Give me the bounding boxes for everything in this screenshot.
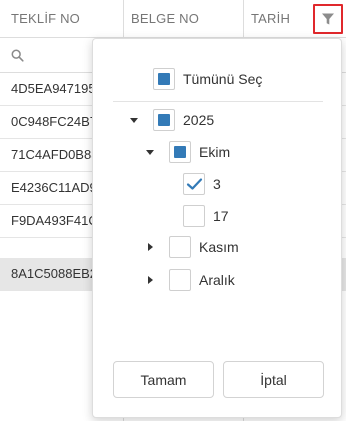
chevron-down-icon [146, 149, 154, 155]
expand-year-toggle[interactable] [129, 115, 139, 125]
funnel-icon [322, 13, 334, 25]
column-header-teklif-no[interactable]: TEKLİF NO [11, 0, 80, 38]
tree-item-2025[interactable]: 2025 [153, 109, 214, 131]
tree-item-day-3[interactable]: 3 [183, 173, 221, 195]
select-all-item[interactable]: Tümünü Seç [153, 68, 262, 90]
year-2025-checkbox[interactable] [153, 109, 175, 131]
tree-item-label: Ekim [199, 144, 231, 160]
tree-item-day-17[interactable]: 17 [183, 205, 229, 227]
tree-item-label: Aralık [199, 272, 235, 288]
column-header-belge-no[interactable]: BELGE NO [131, 0, 199, 38]
day-3-checkbox[interactable] [183, 173, 205, 195]
chevron-down-icon [130, 117, 138, 123]
tree-item-label: 2025 [183, 112, 215, 128]
tree-item-kasim[interactable]: Kasım [169, 236, 239, 258]
month-aralik-checkbox[interactable] [169, 269, 191, 291]
month-kasim-checkbox[interactable] [169, 236, 191, 258]
search-icon[interactable] [11, 49, 24, 62]
tree-item-aralik[interactable]: Aralık [169, 269, 235, 291]
select-all-checkbox[interactable] [153, 68, 175, 90]
expand-month-toggle[interactable] [145, 147, 155, 157]
ok-button[interactable]: Tamam [113, 361, 214, 398]
chevron-right-icon [147, 243, 153, 251]
month-ekim-checkbox[interactable] [169, 141, 191, 163]
expand-month-toggle[interactable] [145, 242, 155, 252]
tarih-filter-button[interactable] [313, 4, 343, 34]
select-all-label: Tümünü Seç [183, 71, 263, 87]
checkmark-icon [186, 178, 203, 190]
divider [113, 101, 323, 102]
tree-item-label: Kasım [199, 239, 239, 255]
expand-month-toggle[interactable] [145, 275, 155, 285]
tree-item-label: 17 [213, 208, 229, 224]
tree-item-label: 3 [213, 176, 221, 192]
day-17-checkbox[interactable] [183, 205, 205, 227]
column-header-tarih[interactable]: TARİH [251, 0, 290, 38]
chevron-right-icon [147, 276, 153, 284]
cancel-button[interactable]: İptal [223, 361, 324, 398]
tree-item-ekim[interactable]: Ekim [169, 141, 230, 163]
grid-header: TEKLİF NO BELGE NO TARİH [0, 0, 346, 38]
header-filter-popup: Tümünü Seç 2025 Ekim 3 17 Kasım Aralık T… [92, 38, 342, 418]
